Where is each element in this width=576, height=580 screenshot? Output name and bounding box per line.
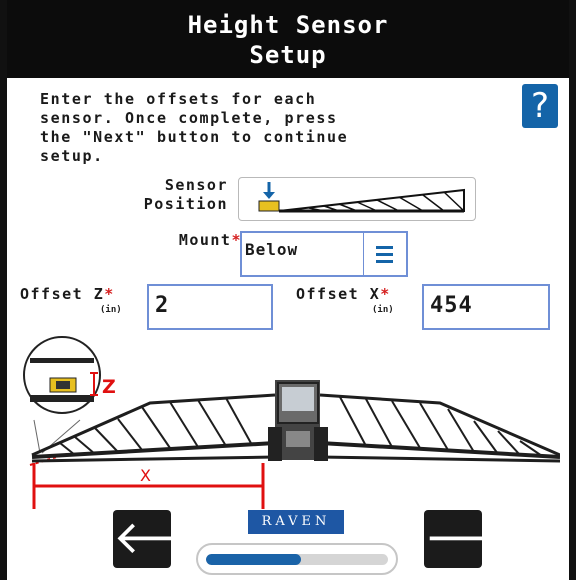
instructions-line: Enter the offsets for each xyxy=(40,90,317,108)
offset-x-label: Offset X* xyxy=(296,285,391,303)
offset-x-input[interactable]: 454 xyxy=(422,284,550,330)
offset-x-unit: (in) xyxy=(372,305,394,315)
offset-x-value: 454 xyxy=(430,293,473,318)
instructions-line: sensor. Once complete, press xyxy=(40,109,338,127)
mount-value: Below xyxy=(245,240,299,259)
instructions-line: the "Next" button to continue xyxy=(40,128,349,146)
sensor-position-selector[interactable] xyxy=(238,177,476,221)
help-icon: ? xyxy=(530,86,550,126)
progress-track xyxy=(206,554,388,565)
mount-dropdown[interactable]: Below xyxy=(240,231,408,277)
back-button[interactable]: 🡐 xyxy=(113,510,236,568)
offset-z-value: 2 xyxy=(155,293,170,318)
sensor-position-label: Sensor Position xyxy=(143,176,228,213)
page-title-line1: Height Sensor xyxy=(187,11,389,39)
z-dimension-label: Z xyxy=(102,376,116,398)
instructions-text: Enter the offsets for each sensor. Once … xyxy=(40,90,510,166)
offset-z-label: Offset Z* xyxy=(20,285,115,303)
required-mark: * xyxy=(104,285,115,303)
required-mark: * xyxy=(380,285,391,303)
progress-fill xyxy=(206,554,301,565)
next-button[interactable]: 🡒 xyxy=(424,510,547,568)
raven-logo: RAVEN xyxy=(248,510,344,534)
sprayer-vehicle xyxy=(268,380,328,461)
page-title-line2: Setup xyxy=(249,41,327,69)
offset-z-unit: (in) xyxy=(100,305,122,315)
mount-label: Mount* xyxy=(178,231,242,249)
page-header: Height Sensor Setup xyxy=(7,0,569,78)
instructions-line: setup. xyxy=(40,147,104,165)
arrow-right-icon: 🡒 xyxy=(424,510,548,564)
setup-progress-bar xyxy=(196,543,398,575)
offset-z-input[interactable]: 2 xyxy=(147,284,273,330)
boom-offset-diagram: Z X xyxy=(23,336,560,509)
x-dimension-label: X xyxy=(140,466,151,485)
menu-icon[interactable] xyxy=(363,233,406,275)
boom-position-icon xyxy=(258,182,465,213)
help-button[interactable]: ? xyxy=(522,84,558,128)
